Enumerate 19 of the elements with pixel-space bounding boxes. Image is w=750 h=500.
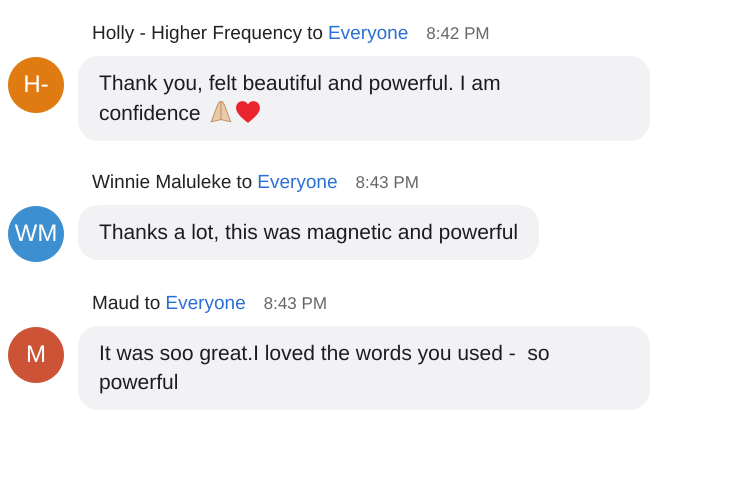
- avatar: M: [8, 327, 64, 383]
- avatar: H-: [8, 57, 64, 113]
- recipient-link[interactable]: Everyone: [165, 290, 246, 318]
- message-bubble: It was soo great.I loved the words you used - so powerful: [78, 326, 650, 410]
- sender-name: Maud: [92, 292, 140, 316]
- to-label: to: [307, 22, 323, 46]
- recipient-link[interactable]: Everyone: [257, 169, 338, 198]
- timestamp: 8:43 PM: [356, 172, 419, 194]
- heart-icon: [234, 100, 261, 124]
- sender-name: Winnie Maluleke: [92, 171, 232, 195]
- timestamp: 8:43 PM: [264, 293, 327, 315]
- message-bubble: Thank you, felt beautiful and powerful. I am confidence: [78, 56, 650, 141]
- to-label: to: [236, 171, 252, 195]
- message-bubble: Thanks a lot, this was magnetic and powerful: [78, 205, 540, 260]
- timestamp: 8:42 PM: [426, 23, 490, 45]
- recipient-link[interactable]: Everyone: [328, 20, 408, 48]
- to-label: to: [144, 292, 160, 316]
- avatar: WM: [8, 206, 64, 262]
- sender-name: Holly - Higher Frequency: [92, 22, 302, 46]
